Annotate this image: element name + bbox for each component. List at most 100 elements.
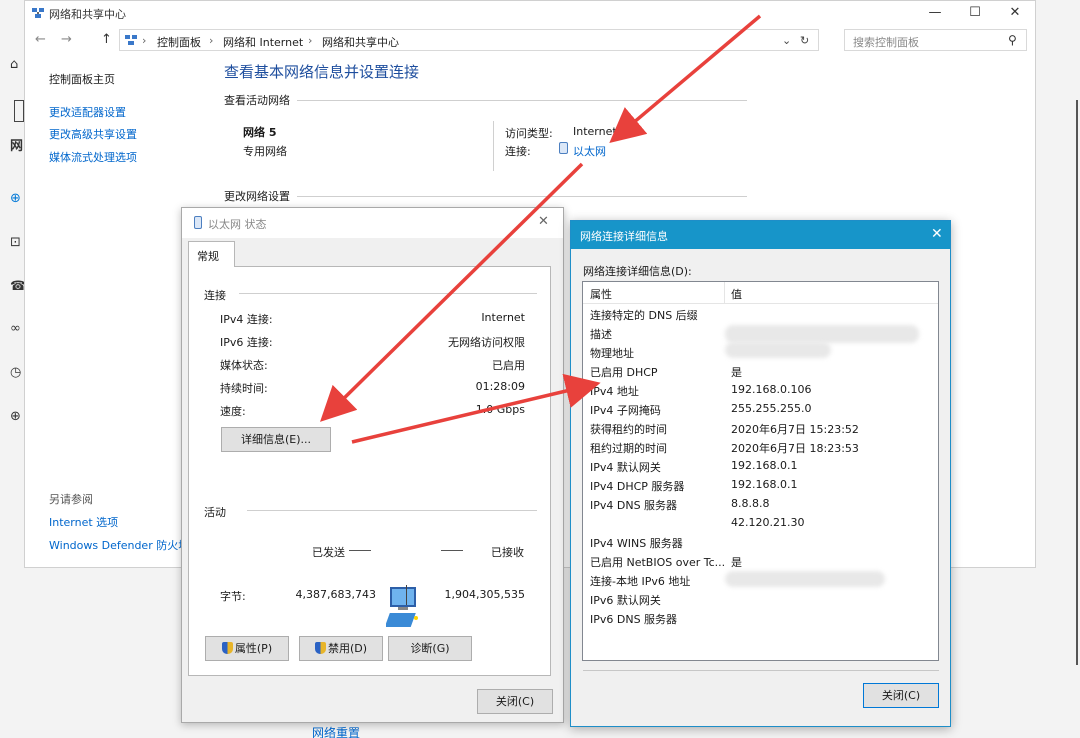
home-icon[interactable]: ⌂ [10, 58, 24, 72]
list-item[interactable]: IPv4 DHCP 服务器 192.168.0.1 [583, 476, 938, 495]
sidebar-link-sharing[interactable]: 更改高级共享设置 [49, 126, 137, 142]
list-item[interactable]: 已启用 DHCP 是 [583, 362, 938, 381]
details-button[interactable]: 详细信息(E)... [221, 427, 331, 452]
list-item[interactable]: 连接特定的 DNS 后缀 [583, 305, 938, 324]
received-label: 已接收 [491, 546, 524, 559]
close-details-button[interactable]: 关闭(C) [863, 683, 939, 708]
ethernet-icon[interactable]: ⊡ [10, 236, 24, 250]
property-cell: IPv4 DHCP 服务器 [590, 480, 685, 493]
path-box[interactable]: › 控制面板 › 网络和 Internet › 网络和共享中心 ⌄ ↻ [119, 29, 819, 51]
disable-button[interactable]: 禁用(D) [299, 636, 383, 661]
breadcrumb-separator[interactable]: › [209, 34, 213, 47]
maximize-button[interactable]: ☐ [955, 4, 995, 22]
data-usage-icon[interactable]: ◷ [10, 366, 24, 380]
dialog-title: 以太网 状态 [208, 218, 267, 231]
list-item[interactable]: IPv6 默认网关 [583, 590, 938, 609]
back-arrow-icon[interactable]: ← [35, 32, 46, 47]
internet-options-link[interactable]: Internet 选项 [49, 514, 118, 530]
connection-heading: 连接 [204, 289, 226, 302]
change-settings-heading: 更改网络设置 [224, 190, 290, 203]
list-item[interactable]: 42.120.21.30 [583, 514, 938, 533]
breadcrumb-network-center[interactable]: 网络和共享中心 [322, 34, 399, 50]
divider [493, 121, 494, 171]
value-cell: 255.255.255.0 [731, 402, 812, 415]
activity-heading: 活动 [204, 506, 226, 519]
dialup-icon[interactable]: ☎ [10, 280, 26, 294]
property-cell: 描述 [590, 328, 612, 341]
value-cell: 192.168.0.1 [731, 478, 798, 491]
close-button[interactable]: ✕ [995, 4, 1035, 22]
list-item[interactable]: 租约过期的时间 2020年6月7日 18:23:53 [583, 438, 938, 457]
ipv4-connection-value: Internet [481, 311, 525, 324]
list-item[interactable]: IPv4 子网掩码 255.255.255.0 [583, 400, 938, 419]
forward-arrow-icon[interactable]: → [61, 32, 72, 47]
ethernet-icon [194, 216, 202, 229]
sidebar-link-adapter[interactable]: 更改适配器设置 [49, 104, 126, 120]
search-placeholder: 搜索控制面板 [853, 36, 919, 49]
search-box-edge[interactable] [14, 100, 24, 122]
sidebar-link-media[interactable]: 媒体流式处理选项 [49, 149, 137, 165]
network-type: 专用网络 [243, 145, 287, 158]
value-cell: 192.168.0.106 [731, 383, 812, 396]
property-cell: 物理地址 [590, 347, 634, 360]
column-separator[interactable] [724, 282, 725, 304]
list-item[interactable]: IPv6 DNS 服务器 [583, 609, 938, 628]
close-icon[interactable]: ✕ [931, 226, 943, 242]
list-item[interactable]: IPv4 默认网关 192.168.0.1 [583, 457, 938, 476]
media-state-value: 已启用 [492, 359, 525, 372]
list-item[interactable]: IPv4 地址 192.168.0.106 [583, 381, 938, 400]
status-icon[interactable]: ⊕ [10, 192, 24, 206]
list-item[interactable]: 已启用 NetBIOS over Tc... 是 [583, 552, 938, 571]
active-networks-heading: 查看活动网络 [224, 94, 290, 107]
divider [297, 100, 747, 101]
ethernet-icon [559, 142, 568, 154]
value-cell: 42.120.21.30 [731, 516, 805, 529]
ipv6-connection-label: IPv6 连接: [220, 336, 273, 349]
diagnose-button[interactable]: 诊断(G) [388, 636, 472, 661]
minimize-button[interactable]: — [915, 4, 955, 22]
property-cell: IPv6 DNS 服务器 [590, 613, 678, 626]
general-panel: 连接 IPv4 连接: Internet IPv6 连接: 无网络访问权限 媒体… [188, 266, 551, 676]
close-dialog-button[interactable]: 关闭(C) [477, 689, 553, 714]
network-name: 网络 5 [243, 126, 277, 139]
scrollbar[interactable] [1076, 100, 1078, 665]
breadcrumb-separator[interactable]: › [142, 34, 146, 47]
search-input[interactable]: 搜索控制面板 ⚲ [844, 29, 1027, 51]
details-caption: 网络连接详细信息(D): [583, 265, 692, 278]
divider [441, 550, 463, 551]
network-reset-link[interactable]: 网络重置 [312, 724, 360, 738]
dropdown-chevron-icon[interactable]: ⌄ [782, 34, 791, 47]
settings-sidebar-strip: ⌂ 网 ⊕ ⊡ ☎ ∞ ◷ ⊕ [0, 0, 26, 738]
list-item[interactable]: 获得租约的时间 2020年6月7日 15:23:52 [583, 419, 938, 438]
tab-general[interactable]: 常规 [188, 241, 235, 267]
breadcrumb-network-internet[interactable]: 网络和 Internet [223, 34, 303, 50]
column-property[interactable]: 属性 [590, 286, 612, 302]
ethernet-status-dialog: 以太网 状态 ✕ 常规 连接 IPv4 连接: Internet IPv6 连接… [181, 207, 564, 723]
properties-button[interactable]: 属性(P) [205, 636, 289, 661]
list-item[interactable]: IPv4 WINS 服务器 [583, 533, 938, 552]
title-bar: 网络和共享中心 — ☐ ✕ [25, 1, 1035, 25]
defender-firewall-link[interactable]: Windows Defender 防火墙 [49, 537, 185, 553]
sidebar-home-link[interactable]: 控制面板主页 [49, 71, 115, 87]
value-cell: 是 [731, 366, 742, 379]
up-arrow-icon[interactable]: ↑ [101, 32, 112, 47]
close-icon[interactable]: ✕ [538, 214, 549, 229]
details-list[interactable]: 属性 值 连接特定的 DNS 后缀 描述物理地址已启用 DHCP 是 IPv4 地址 1… [582, 281, 939, 661]
property-cell: 连接特定的 DNS 后缀 [590, 309, 698, 322]
duration-label: 持续时间: [220, 382, 268, 395]
window-title: 网络和共享中心 [49, 8, 126, 21]
breadcrumb-separator[interactable]: › [308, 34, 312, 47]
disable-button-label: 禁用(D) [327, 642, 368, 655]
ethernet-connection-link[interactable]: 以太网 [573, 143, 606, 159]
search-icon[interactable]: ⚲ [1008, 33, 1017, 47]
vpn-icon[interactable]: ∞ [10, 322, 24, 336]
property-cell: IPv4 子网掩码 [590, 404, 661, 417]
list-item[interactable]: IPv4 DNS 服务器 8.8.8.8 [583, 495, 938, 514]
refresh-icon[interactable]: ↻ [800, 34, 809, 47]
see-also-heading: 另请参阅 [49, 493, 93, 506]
column-value[interactable]: 值 [731, 286, 742, 302]
divider [239, 293, 537, 294]
proxy-icon[interactable]: ⊕ [10, 410, 24, 424]
breadcrumb-control-panel[interactable]: 控制面板 [157, 34, 201, 50]
property-cell: IPv4 WINS 服务器 [590, 537, 683, 550]
